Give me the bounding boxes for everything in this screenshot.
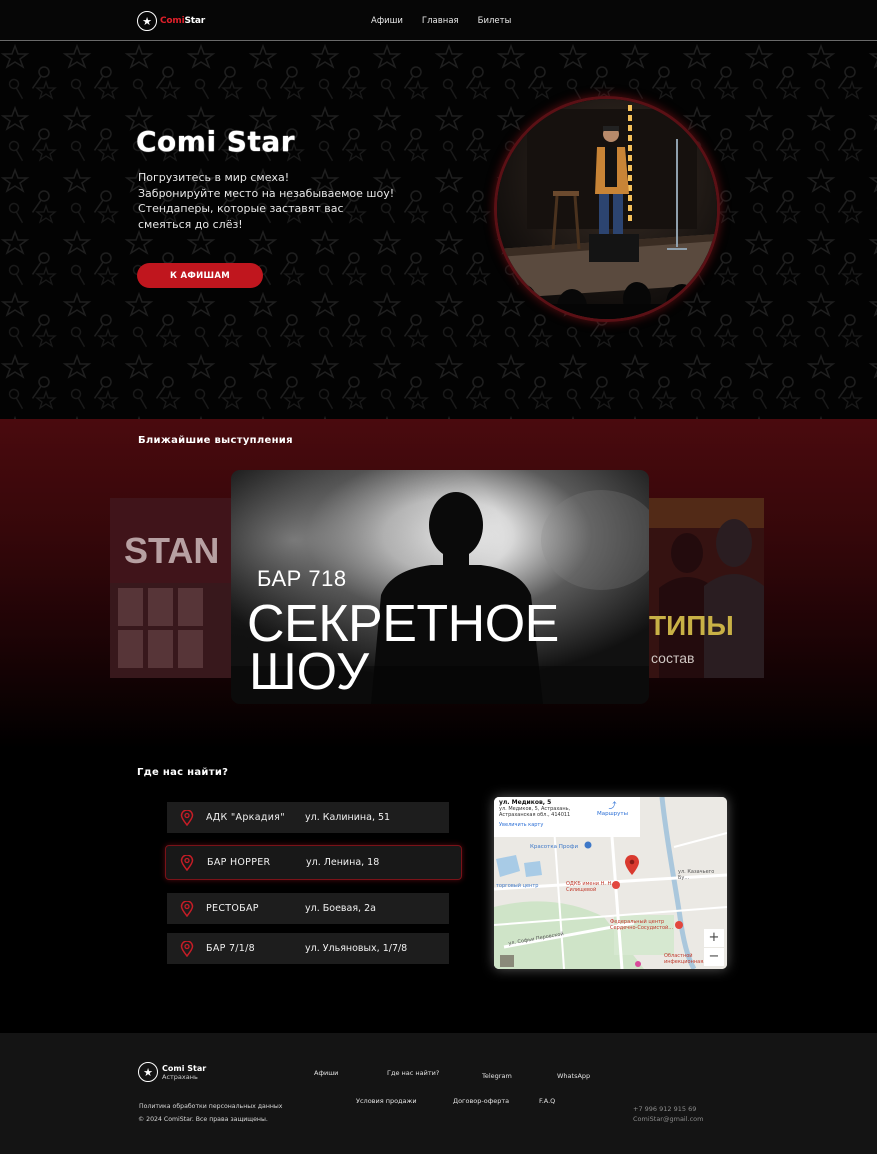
site-footer: ★ Comi Star Астрахань Афиши Где нас найт… bbox=[0, 1033, 877, 1154]
map-label-beauty: Красотка Профи bbox=[530, 844, 579, 850]
to-afisha-button[interactable]: К АФИШАМ bbox=[137, 263, 263, 288]
venue-name: БАР HOPPER bbox=[207, 857, 271, 868]
venue-item[interactable]: БАР 7/1/8 ул. Ульяновых, 1/7/8 bbox=[167, 933, 449, 964]
venue-item-selected[interactable]: БАР HOPPER ул. Ленина, 18 bbox=[165, 845, 462, 880]
find-us-section: Где нас найти? АДК "Аркадия" ул. Калинин… bbox=[0, 749, 877, 1033]
show-venue: БАР 718 bbox=[257, 566, 347, 591]
star-icon: ★ bbox=[138, 1062, 158, 1082]
show-title-line2: ШОУ bbox=[249, 643, 369, 701]
venue-address: ул. Ульяновых, 1/7/8 bbox=[305, 943, 408, 954]
hero-line-4: смеяться до слёз! bbox=[138, 217, 243, 231]
footer-city: Астрахань bbox=[162, 1072, 198, 1081]
copyright: © 2024 ComiStar. Все права защищены. bbox=[138, 1116, 268, 1123]
venue-item[interactable]: РЕСТОБАР ул. Боевая, 2а bbox=[167, 893, 449, 924]
main-nav: Афиши Главная Билеты bbox=[371, 16, 530, 26]
route-button[interactable]: ⤴ Маршруты bbox=[597, 800, 628, 817]
site-header: ★ ComiStar Афиши Главная Билеты bbox=[0, 0, 877, 41]
zoom-in-button[interactable]: + bbox=[704, 929, 724, 947]
location-pin-icon bbox=[180, 941, 194, 957]
footer-email[interactable]: ComiStar@gmail.com bbox=[633, 1115, 703, 1123]
footer-link-afishi[interactable]: Афиши bbox=[314, 1069, 338, 1077]
enlarge-map-link[interactable]: Увеличить карту bbox=[499, 822, 635, 828]
hero-line-1: Погрузитесь в мир смеха! bbox=[138, 171, 290, 184]
map-label-center: Федеральный центр Сердечно-Сосудистой... bbox=[610, 919, 674, 931]
show-card-left-text: STAN bbox=[124, 530, 220, 571]
location-pin-icon bbox=[180, 810, 194, 826]
map-widget[interactable]: ул. Медиков, 5 ул. Медиков, 5, Астрахань… bbox=[494, 797, 727, 969]
footer-brand: Comi Star bbox=[162, 1063, 207, 1073]
footer-link-whatsapp[interactable]: WhatsApp bbox=[557, 1072, 590, 1080]
footer-link-find[interactable]: Где нас найти? bbox=[387, 1069, 439, 1077]
map-label-street2: ул. Казачьего Бу... bbox=[678, 869, 715, 881]
location-pin-icon bbox=[180, 901, 194, 917]
show-card-main[interactable]: БАР 718 СЕКРЕТНОЕ ШОУ bbox=[231, 470, 649, 704]
map-label-tc: торговый центр bbox=[496, 883, 539, 889]
venue-address: ул. Калинина, 51 bbox=[305, 812, 391, 823]
map-label-street3: Областной инфекционная... bbox=[664, 953, 708, 965]
footer-link-telegram[interactable]: Telegram bbox=[482, 1072, 512, 1080]
mic-star-pattern bbox=[0, 42, 877, 419]
venue-address: ул. Боевая, 2а bbox=[305, 903, 376, 914]
nav-tickets[interactable]: Билеты bbox=[478, 16, 512, 26]
hero-title: Comi Star bbox=[136, 125, 296, 158]
show-card-right[interactable]: ТИПЫ состав bbox=[649, 498, 764, 678]
route-icon: ⤴ bbox=[608, 801, 617, 810]
venue-name: РЕСТОБАР bbox=[206, 903, 259, 914]
route-label: Маршруты bbox=[597, 811, 628, 817]
hero-section: Comi Star Погрузитесь в мир смеха! Забро… bbox=[0, 42, 877, 419]
venue-address: ул. Ленина, 18 bbox=[306, 857, 380, 868]
hero-description: Погрузитесь в мир смеха! Забронируйте ме… bbox=[138, 170, 438, 232]
find-us-title: Где нас найти? bbox=[137, 767, 229, 778]
privacy-policy-link[interactable]: Политика обработки персональных данных bbox=[139, 1103, 282, 1110]
comedian-stage-photo bbox=[494, 96, 720, 322]
logo-text: ComiStar bbox=[160, 16, 205, 26]
venue-name: БАР 7/1/8 bbox=[206, 943, 255, 954]
footer-link-faq[interactable]: F.A.Q bbox=[539, 1097, 555, 1105]
logo[interactable]: ★ ComiStar bbox=[137, 11, 205, 31]
nav-afishi[interactable]: Афиши bbox=[371, 16, 403, 26]
map-label-hospital: ОДКБ имени Н. Н. Силищевой bbox=[566, 881, 613, 893]
venue-name: АДК "Аркадия" bbox=[206, 812, 285, 823]
footer-link-terms[interactable]: Условия продажи bbox=[356, 1097, 417, 1105]
hero-line-2: Забронируйте место на незабываемое шоу! bbox=[138, 186, 395, 200]
footer-link-offer[interactable]: Договор-оферта bbox=[453, 1097, 509, 1105]
footer-logo[interactable]: ★ Comi Star Астрахань bbox=[138, 1062, 206, 1082]
upcoming-shows-title: Ближайшие выступления bbox=[138, 435, 293, 446]
star-icon: ★ bbox=[137, 11, 157, 31]
location-pin-icon bbox=[180, 855, 194, 871]
zoom-out-button[interactable]: − bbox=[704, 948, 724, 966]
show-card-left[interactable]: STAN bbox=[110, 498, 232, 678]
venue-item[interactable]: АДК "Аркадия" ул. Калинина, 51 bbox=[167, 802, 449, 833]
upcoming-shows-section: Ближайшие выступления STAN ТИПЫ состав Б… bbox=[0, 419, 877, 749]
footer-phone[interactable]: +7 996 912 915 69 bbox=[633, 1105, 696, 1113]
show-card-right-text: ТИПЫ bbox=[649, 610, 734, 641]
nav-home[interactable]: Главная bbox=[422, 16, 459, 26]
hero-line-3: Стендаперы, которые заставят вас bbox=[138, 202, 344, 215]
show-card-right-subtext: состав bbox=[651, 650, 695, 666]
